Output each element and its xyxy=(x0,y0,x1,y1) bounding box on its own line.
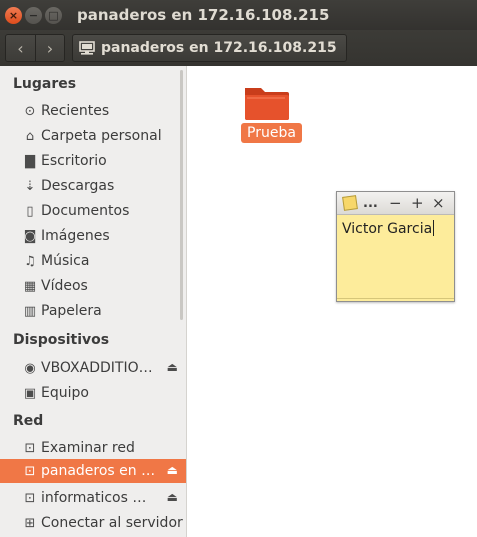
sticky-note-close-button[interactable]: × xyxy=(432,194,445,212)
sidebar-item-label: Equipo xyxy=(41,385,89,401)
sidebar-item-panaderos[interactable]: ⊡ panaderos en … ⏏ xyxy=(0,459,186,483)
eject-icon[interactable]: ⏏ xyxy=(167,360,178,374)
sidebar-item-informaticos[interactable]: ⊡ informaticos … ⏏ xyxy=(0,486,186,510)
sidebar-item-conectar-servidor[interactable]: ⊞ Conectar al servidor xyxy=(0,511,186,535)
sidebar-item-label: Examinar red xyxy=(41,440,135,456)
path-bar-label: panaderos en 172.16.108.215 xyxy=(101,40,337,56)
sticky-note-text-area[interactable]: Victor Garcia xyxy=(337,215,454,242)
sidebar-item-imagenes[interactable]: ◙ Imágenes xyxy=(0,224,186,248)
sidebar-item-descargas[interactable]: ⇣ Descargas xyxy=(0,174,186,198)
sidebar-item-vboxadditions[interactable]: ◉ VBOXADDITIO… ⏏ xyxy=(0,356,186,380)
music-icon: ♫ xyxy=(24,253,36,269)
sidebar-item-label: Conectar al servidor xyxy=(41,515,183,531)
text-cursor xyxy=(433,220,435,236)
sidebar-item-carpeta-personal[interactable]: ⌂ Carpeta personal xyxy=(0,124,186,148)
sidebar-item-label: Documentos xyxy=(41,203,130,219)
sidebar-item-musica[interactable]: ♫ Música xyxy=(0,249,186,273)
sidebar-item-label: VBOXADDITIO… xyxy=(41,360,153,376)
sticky-note-add-button[interactable]: + xyxy=(411,194,424,212)
folder-item-prueba[interactable] xyxy=(242,82,298,126)
sidebar-item-label: Recientes xyxy=(41,103,110,119)
sidebar-item-escritorio[interactable]: ▇ Escritorio xyxy=(0,149,186,173)
sticky-note-minimize-button[interactable]: − xyxy=(389,194,402,212)
eject-icon[interactable]: ⏏ xyxy=(167,463,178,477)
sticky-note-footer xyxy=(337,298,454,301)
folder-label[interactable]: Prueba xyxy=(241,123,302,143)
network-share-icon xyxy=(79,41,95,55)
sidebar-item-recientes[interactable]: ⊙ Recientes xyxy=(0,99,186,123)
close-window-button[interactable]: × xyxy=(5,6,22,24)
sidebar-item-label: panaderos en … xyxy=(41,463,156,479)
folder-icon xyxy=(245,88,289,120)
camera-icon: ◙ xyxy=(23,228,37,244)
sidebar-item-label: Escritorio xyxy=(41,153,107,169)
trash-icon: ▥ xyxy=(23,303,37,319)
sidebar-item-label: informaticos … xyxy=(41,490,147,506)
window-controls: × − □ xyxy=(5,6,62,24)
sidebar-item-label: Carpeta personal xyxy=(41,128,162,144)
forward-button[interactable]: › xyxy=(35,35,64,61)
sidebar-section-places: Lugares xyxy=(13,76,77,92)
sidebar: Lugares ⊙ Recientes ⌂ Carpeta personal ▇… xyxy=(0,66,187,537)
file-manager-window: × − □ panaderos en 172.16.108.215 ‹ › pa… xyxy=(0,0,477,537)
sticky-note[interactable]: ... − + × Victor Garcia xyxy=(336,191,455,302)
network-share-icon: ⊡ xyxy=(24,490,36,506)
film-icon: ▦ xyxy=(23,278,37,294)
sidebar-item-videos[interactable]: ▦ Vídeos xyxy=(0,274,186,298)
sidebar-item-equipo[interactable]: ▣ Equipo xyxy=(0,381,186,405)
toolbar: ‹ › panaderos en 172.16.108.215 xyxy=(0,30,477,66)
sidebar-item-examinar-red[interactable]: ⊡ Examinar red xyxy=(0,436,186,460)
sticky-note-text: Victor Garcia xyxy=(342,221,433,237)
clock-icon: ⊙ xyxy=(24,103,36,119)
folder-icon: ▇ xyxy=(25,153,35,169)
sidebar-section-network: Red xyxy=(13,413,44,429)
server-connect-icon: ⊞ xyxy=(24,515,36,531)
sidebar-item-papelera[interactable]: ▥ Papelera xyxy=(0,299,186,323)
sidebar-item-label: Descargas xyxy=(41,178,115,194)
sidebar-section-devices: Dispositivos xyxy=(13,332,110,348)
document-icon: ▯ xyxy=(26,203,34,219)
network-icon: ⊡ xyxy=(24,440,36,456)
back-button[interactable]: ‹ xyxy=(6,35,35,61)
sticky-note-icon xyxy=(342,195,358,211)
network-share-icon: ⊡ xyxy=(24,463,36,479)
disc-icon: ◉ xyxy=(24,360,36,376)
sidebar-item-label: Música xyxy=(41,253,90,269)
sidebar-item-label: Vídeos xyxy=(41,278,88,294)
download-icon: ⇣ xyxy=(24,178,36,194)
computer-icon: ▣ xyxy=(23,385,37,401)
home-icon: ⌂ xyxy=(25,128,35,144)
sticky-note-menu-button[interactable]: ... xyxy=(363,196,378,211)
sidebar-item-label: Imágenes xyxy=(41,228,110,244)
path-bar-button[interactable]: panaderos en 172.16.108.215 xyxy=(72,34,347,62)
navigation-buttons: ‹ › xyxy=(5,34,65,62)
sticky-note-header[interactable]: ... − + × xyxy=(337,192,454,215)
maximize-window-button[interactable]: □ xyxy=(45,6,62,24)
title-bar[interactable]: × − □ panaderos en 172.16.108.215 xyxy=(0,0,477,30)
sidebar-item-label: Papelera xyxy=(41,303,102,319)
sidebar-item-documentos[interactable]: ▯ Documentos xyxy=(0,199,186,223)
minimize-window-button[interactable]: − xyxy=(25,6,42,24)
window-title: panaderos en 172.16.108.215 xyxy=(77,6,330,24)
eject-icon[interactable]: ⏏ xyxy=(167,490,178,504)
